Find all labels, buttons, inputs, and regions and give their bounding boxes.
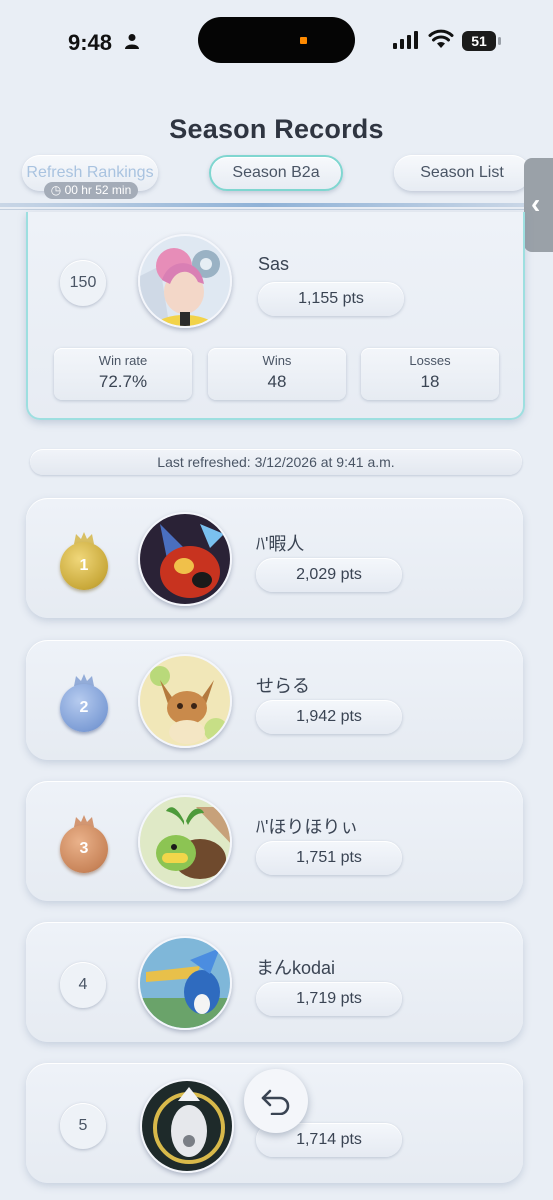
chevron-left-icon: ‹ [531, 188, 541, 219]
player-avatar[interactable] [140, 1079, 234, 1173]
header-divider [0, 203, 524, 207]
player-points: 1,719 pts [256, 982, 402, 1016]
battery-icon: 51 [462, 31, 502, 51]
my-points: 1,155 pts [258, 282, 404, 316]
stat-value: 18 [420, 372, 440, 391]
player-avatar[interactable] [138, 512, 232, 606]
cellular-signal-icon [393, 31, 418, 49]
wifi-icon [428, 29, 454, 48]
stat-value: 48 [267, 372, 287, 391]
status-bar: 9:48 51 [0, 0, 553, 80]
player-name: まんkodai [256, 958, 336, 978]
ranking-row[interactable]: 1 ﾊ'暇人 2,029 pts [26, 498, 523, 618]
ranking-row[interactable]: 2 せらる 1,942 pts [26, 640, 523, 760]
rank-number: 2 [60, 684, 108, 732]
avatar-image [140, 236, 230, 326]
stat-label: Losses [409, 353, 451, 368]
my-player-name: Sas [258, 254, 290, 274]
player-avatar[interactable] [138, 795, 232, 889]
avatar-image [140, 938, 230, 1028]
player-avatar[interactable] [138, 936, 232, 1030]
back-button[interactable] [244, 1069, 308, 1133]
rank-badge: 4 [60, 962, 106, 1008]
avatar-image [140, 514, 230, 604]
player-points: 1,942 pts [256, 700, 402, 734]
silver-medal-icon: 2 [58, 674, 110, 732]
bronze-medal-icon: 3 [58, 815, 110, 873]
my-avatar[interactable] [138, 234, 232, 328]
rank-number: 1 [60, 542, 108, 590]
player-points: 1,751 pts [256, 841, 402, 875]
player-avatar[interactable] [138, 654, 232, 748]
my-rank-badge: 150 [60, 260, 106, 306]
player-name: ﾊ'暇人 [256, 534, 305, 554]
player-points: 2,029 pts [256, 558, 402, 592]
stat-label: Win rate [98, 353, 148, 368]
return-arrow-icon [261, 1089, 290, 1115]
player-name: ﾊ'ほりほりぃ [256, 817, 359, 837]
ranking-row[interactable]: 4 まんkodai 1,719 pts [26, 922, 523, 1042]
losses-stat: Losses 18 [361, 348, 499, 400]
avatar-image [140, 656, 230, 746]
clock-icon: ◷ [50, 183, 62, 197]
my-record-card[interactable]: 150 Sas 1,155 pts Win rate 72.7% Wins 48… [26, 212, 525, 420]
gold-medal-icon: 1 [58, 532, 110, 590]
player-name: せらる [256, 676, 310, 696]
page-title: Season Records [169, 114, 384, 144]
season-list-button[interactable]: Season List [394, 155, 530, 191]
last-refreshed-bar: Last refreshed: 3/12/2026 at 9:41 a.m. [30, 449, 522, 475]
avatar-image [142, 1081, 232, 1171]
person-icon [125, 34, 139, 49]
win-rate-stat: Win rate 72.7% [54, 348, 192, 400]
tab-season[interactable]: Season B2a [209, 155, 343, 191]
ranking-row[interactable]: 3 ﾊ'ほりほりぃ 1,751 pts [26, 781, 523, 901]
battery-level: 51 [462, 31, 496, 51]
dynamic-island [198, 17, 355, 63]
privacy-indicator-icon [300, 37, 307, 44]
wins-stat: Wins 48 [208, 348, 346, 400]
avatar-image [140, 797, 230, 887]
stat-value: 72.7% [98, 372, 148, 391]
rank-number: 3 [60, 825, 108, 873]
stat-label: Wins [262, 353, 292, 368]
side-panel-handle[interactable]: ‹ [524, 158, 553, 252]
refresh-timer: ◷ 00 hr 52 min [44, 182, 138, 199]
status-time: 9:48 [68, 30, 113, 55]
refresh-timer-text: 00 hr 52 min [64, 183, 132, 197]
rank-badge: 5 [60, 1103, 106, 1149]
